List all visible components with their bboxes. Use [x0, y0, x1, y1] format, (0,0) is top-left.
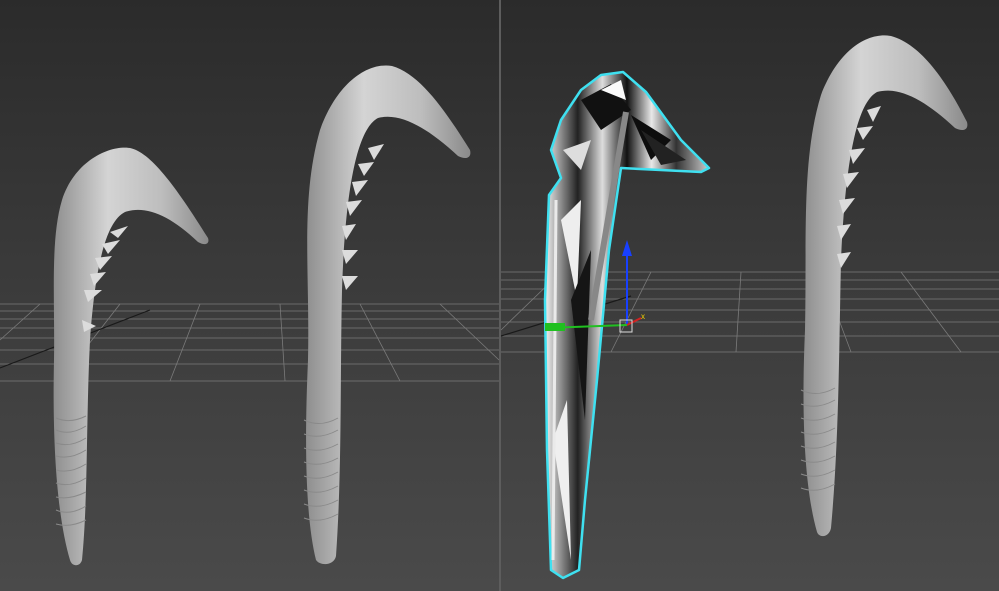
viewport-left[interactable]	[0, 0, 499, 591]
gizmo-y-handle[interactable]	[545, 323, 565, 331]
3d-scene: x	[0, 0, 999, 591]
club-model-reference[interactable]	[800, 35, 968, 537]
gizmo-x-label: x	[641, 312, 645, 321]
club-model-high[interactable]	[303, 65, 471, 565]
gizmo-z-arrow[interactable]	[622, 240, 632, 256]
gizmo-x-axis[interactable]	[626, 317, 642, 326]
club-model-low[interactable]	[53, 147, 209, 566]
viewport-right[interactable]: x	[501, 0, 999, 591]
